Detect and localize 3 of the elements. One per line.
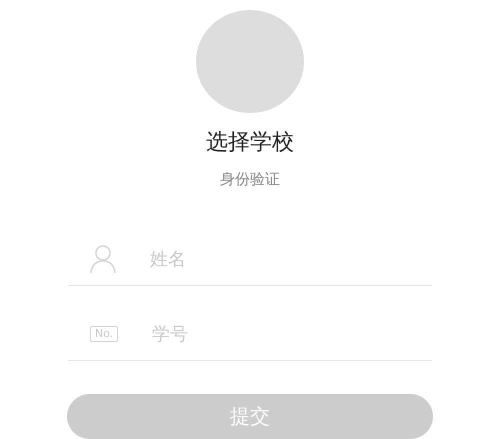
page-title: 选择学校 [206, 129, 294, 158]
page-subtitle: 身份验证 [220, 169, 280, 190]
person-icon [90, 245, 116, 274]
